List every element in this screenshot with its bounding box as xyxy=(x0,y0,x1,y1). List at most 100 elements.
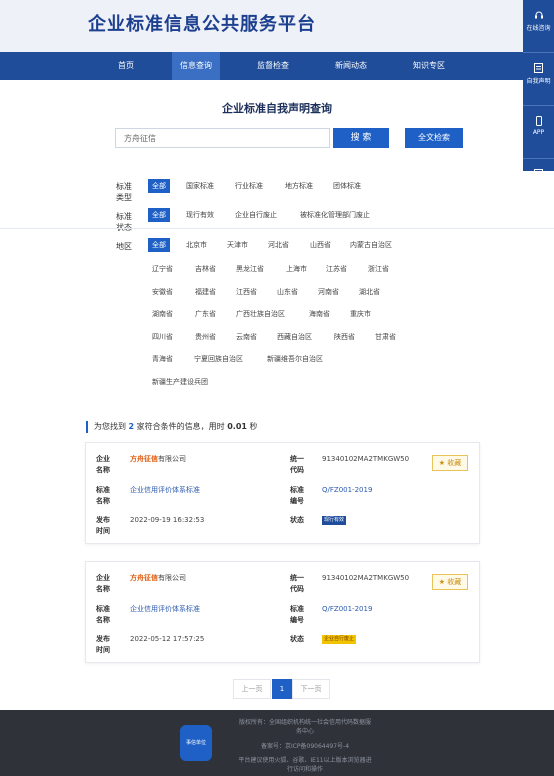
std-number[interactable]: Q/FZ001-2019 xyxy=(322,485,372,496)
star-icon: ★ xyxy=(438,578,446,586)
result-card: 企业 名称 方舟征信有限公司 统一 代码 91340102MA2TMKGW50 ★ … xyxy=(85,561,480,663)
footer-copyright-cont: 务中心 xyxy=(295,728,314,735)
prev-page-button[interactable]: 上一页 xyxy=(233,679,271,699)
filter-state-valid[interactable]: 现行有效 xyxy=(182,208,218,222)
footer-copyright: 版权所有：全国组织机构统一社会信用代码数据服 xyxy=(238,719,371,726)
filter-region-item[interactable]: 江苏省 xyxy=(322,262,351,276)
filter-region-item[interactable]: 江西省 xyxy=(232,285,261,299)
filter-region-item[interactable]: 内蒙古自治区 xyxy=(346,238,396,252)
filter-region-item[interactable]: 黑龙江省 xyxy=(232,262,268,276)
filter-region-item[interactable]: 宁夏回族自治区 xyxy=(190,352,247,366)
filter-region-item[interactable]: 上海市 xyxy=(282,262,311,276)
filter-region-item[interactable]: 云南省 xyxy=(232,330,261,344)
rightbar-consult[interactable]: 在线咨询 xyxy=(523,10,554,53)
nav-home[interactable]: 首页 xyxy=(104,52,148,80)
label-pub-time: 发布 时间 xyxy=(96,516,110,535)
search-button[interactable]: 搜 索 xyxy=(333,128,389,148)
filter-region-item[interactable]: 甘肃省 xyxy=(371,330,400,344)
rightbar-label: 在线咨询 xyxy=(526,25,551,32)
filter-region-item[interactable]: 山东省 xyxy=(273,285,302,299)
footer-icp[interactable]: 备案号：京ICP备09064497号-4 xyxy=(220,742,390,751)
label-std-no: 标准 编号 xyxy=(290,486,304,505)
rightbar-app[interactable]: APP xyxy=(523,116,554,159)
filter-type-all[interactable]: 全部 xyxy=(148,179,170,193)
nav-supervision[interactable]: 监督检查 xyxy=(248,52,298,80)
favorite-button[interactable]: ★ 收藏 xyxy=(432,455,468,471)
std-name-link[interactable]: 企业信用评价体系标准 xyxy=(130,604,200,615)
site-footer: 事信单位 版权所有：全国组织机构统一社会信用代码数据服 务中心 备案号：京ICP… xyxy=(0,710,554,776)
nav-knowledge[interactable]: 知识专区 xyxy=(404,52,454,80)
nav-info-query[interactable]: 信息查询 xyxy=(172,52,220,80)
filter-region-item[interactable]: 青海省 xyxy=(148,352,177,366)
filter-type-industry[interactable]: 行业标准 xyxy=(231,179,267,193)
filter-region-item[interactable]: 重庆市 xyxy=(346,307,375,321)
filter-region-item[interactable]: 新疆生产建设兵团 xyxy=(148,375,212,389)
filter-region-item[interactable]: 陕西省 xyxy=(330,330,359,344)
filter-region-item[interactable]: 全部 xyxy=(148,238,170,252)
filter-region-item[interactable]: 山西省 xyxy=(306,238,335,252)
filter-region-item[interactable]: 吉林省 xyxy=(191,262,220,276)
filter-region-item[interactable]: 湖北省 xyxy=(355,285,384,299)
site-header: 企业标准信息公共服务平台 xyxy=(0,0,554,52)
label-std-no: 标准 编号 xyxy=(290,605,304,624)
filter-region-item[interactable]: 河南省 xyxy=(314,285,343,299)
filter-region-item[interactable]: 广东省 xyxy=(191,307,220,321)
filter-region-item[interactable]: 四川省 xyxy=(148,330,177,344)
search-input[interactable]: 方舟征信 xyxy=(115,128,330,148)
label-pub-time: 发布 时间 xyxy=(96,635,110,654)
company-name[interactable]: 方舟征信有限公司 xyxy=(130,573,186,584)
filter-region-item[interactable]: 新疆维吾尔自治区 xyxy=(263,352,327,366)
result-time: 0.01 xyxy=(227,422,247,431)
document-icon xyxy=(523,63,554,73)
company-name[interactable]: 方舟征信有限公司 xyxy=(130,454,186,465)
status-badge: 现行有效 xyxy=(322,516,347,525)
filter-region-item[interactable]: 西藏自治区 xyxy=(273,330,316,344)
filter-region-item[interactable]: 贵州省 xyxy=(191,330,220,344)
filter-state-self-abolished[interactable]: 企业自行废止 xyxy=(231,208,281,222)
label-company: 企业 名称 xyxy=(96,574,110,593)
filter-type-national[interactable]: 国家标准 xyxy=(182,179,218,193)
label-status: 状态 xyxy=(290,516,304,524)
filter-region-item[interactable]: 湖南省 xyxy=(148,307,177,321)
label-credit-code: 统一 代码 xyxy=(290,574,304,593)
nav-news[interactable]: 新闻动态 xyxy=(326,52,376,80)
filter-region-item[interactable]: 河北省 xyxy=(264,238,293,252)
filter-label-type: 标准 类型 xyxy=(116,182,132,202)
footer-browser-tip: 平台建议使用火狐、谷歌、IE11以上版本浏览器进 xyxy=(238,757,372,764)
filter-region-item[interactable]: 北京市 xyxy=(182,238,211,252)
filter-region-item[interactable]: 海南省 xyxy=(305,307,334,321)
filter-state-admin-abolished[interactable]: 被标准化管理部门废止 xyxy=(296,208,374,222)
filter-region-item[interactable]: 广西壮族自治区 xyxy=(232,307,289,321)
filter-region-item[interactable]: 安徽省 xyxy=(148,285,177,299)
rightbar-label: 出口转内 xyxy=(526,184,551,191)
result-count: 2 xyxy=(128,422,135,431)
std-number[interactable]: Q/FZ001-2019 xyxy=(322,604,372,615)
filter-region-item[interactable]: 天津市 xyxy=(223,238,252,252)
filter-region-item[interactable]: 福建省 xyxy=(191,285,220,299)
site-title: 企业标准信息公共服务平台 xyxy=(88,14,316,35)
page-1-button[interactable]: 1 xyxy=(272,679,292,699)
filter-state-all[interactable]: 全部 xyxy=(148,208,170,222)
credit-code: 91340102MA2TMKGW50 xyxy=(322,455,410,463)
filter-region-item[interactable]: 浙江省 xyxy=(364,262,393,276)
headset-icon xyxy=(523,10,554,20)
rightbar-export[interactable]: 出口转内 xyxy=(523,169,554,211)
filter-type-group[interactable]: 团体标准 xyxy=(329,179,365,193)
label-credit-code: 统一 代码 xyxy=(290,455,304,474)
result-card: 企业 名称 方舟征信有限公司 统一 代码 91340102MA2TMKGW50 ★ … xyxy=(85,442,480,544)
label-status: 状态 xyxy=(290,635,304,643)
footer-browser-tip-cont: 行访问和操作 xyxy=(286,766,323,773)
label-company: 企业 名称 xyxy=(96,455,110,474)
status-badge: 企业自行废止 xyxy=(322,635,357,644)
result-summary: 为您找到 2 家符合条件的信息，用时 0.01 秒 xyxy=(86,421,258,433)
filter-type-local[interactable]: 地方标准 xyxy=(281,179,317,193)
std-name-link[interactable]: 企业信用评价体系标准 xyxy=(130,485,200,496)
label-std-name: 标准 名称 xyxy=(96,486,110,505)
favorite-button[interactable]: ★ 收藏 xyxy=(432,574,468,590)
fulltext-search-button[interactable]: 全文检索 xyxy=(405,128,463,148)
rightbar-label: APP xyxy=(532,129,545,136)
next-page-button[interactable]: 下一页 xyxy=(292,679,330,699)
filter-label-region: 地区 xyxy=(116,242,132,251)
filter-label-state: 标准 状态 xyxy=(116,212,132,232)
filter-region-item[interactable]: 辽宁省 xyxy=(148,262,177,276)
